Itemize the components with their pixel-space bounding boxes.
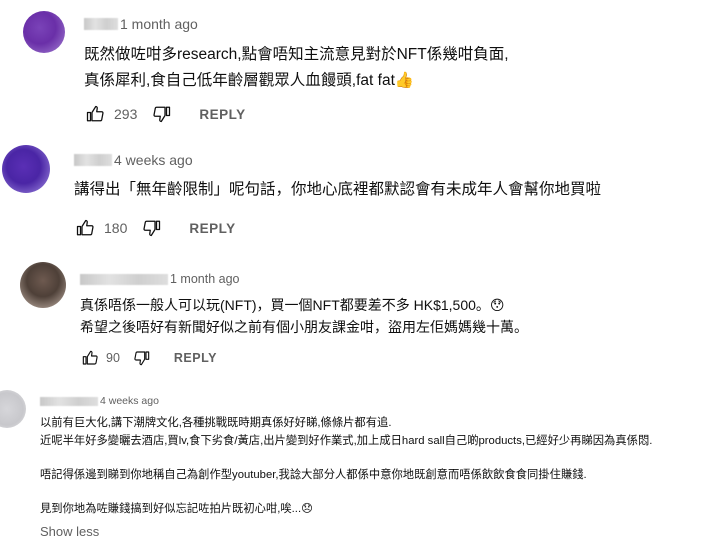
thumbs-up-icon[interactable] [74, 218, 96, 238]
reply-button[interactable]: REPLY [189, 221, 235, 236]
reply-button[interactable]: REPLY [174, 351, 217, 365]
comment-header: 4 weeks ago [74, 152, 193, 168]
comment-timestamp[interactable]: 4 weeks ago [100, 395, 159, 407]
comment-line: 講得出「無年齡限制」呢句話，你地心底裡都默認會有未成年人會幫你地買啦 [74, 181, 602, 198]
author-name[interactable] [74, 154, 112, 166]
avatar[interactable] [0, 390, 26, 428]
comment-actions: 90 REPLY [80, 349, 217, 367]
comment-actions: 180 REPLY [74, 218, 236, 238]
comment-line: 希望之後唔好有新聞好似之前有個小朋友課金咁，盜用左佢媽媽幾十萬。 [80, 319, 528, 335]
avatar[interactable] [2, 145, 50, 193]
thumbs-down-icon[interactable] [141, 218, 163, 238]
author-name[interactable] [40, 396, 98, 406]
like-count: 293 [114, 106, 138, 122]
avatar[interactable] [20, 262, 66, 308]
thumbs-up-icon[interactable] [84, 104, 106, 124]
author-name[interactable] [84, 18, 118, 30]
comment-line: 真係唔係一般人可以玩(NFT)，買一個NFT都要差不多 HK$1,500。😯 [80, 297, 505, 313]
comment-text: 講得出「無年齡限制」呢句話，你地心底裡都默認會有未成年人會幫你地買啦 [74, 178, 601, 202]
comment-actions: 293 REPLY [84, 104, 246, 124]
comment-line: 近呢半年好多變曬去酒店,買lv,食下劣食/黃店,出片變到好作業式,加上成日har… [40, 435, 653, 447]
comment-text: 既然做咗咁多research,點會唔知主流意見對於NFT係幾咁負面, 真係犀利,… [84, 42, 509, 94]
author-name[interactable] [80, 273, 168, 285]
thumbs-down-icon[interactable] [132, 349, 152, 367]
comment-line: 既然做咗咁多research,點會唔知主流意見對於NFT係幾咁負面, [84, 46, 509, 63]
thumbs-down-icon[interactable] [151, 104, 173, 124]
comment-text: 真係唔係一般人可以玩(NFT)，買一個NFT都要差不多 HK$1,500。😯 希… [80, 294, 528, 338]
like-count: 90 [106, 351, 120, 365]
avatar[interactable] [23, 11, 65, 53]
comment-header: 4 weeks ago [40, 395, 159, 407]
comment-text: 以前有巨大化,講下潮牌文化,各種挑戰既時期真係好好睇,條條片都有追. 近呢半年好… [40, 414, 652, 518]
comment-line: 唔記得係邊到睇到你地稱自己為創作型youtuber,我諗大部分人都係中意你地既創… [40, 469, 587, 481]
comment-line: 以前有巨大化,講下潮牌文化,各種挑戰既時期真係好好睇,條條片都有追. [40, 417, 392, 429]
comment-line: 真係犀利,食自己低年齡層觀眾人血饅頭,fat fat👍 [84, 72, 415, 89]
comment-header: 1 month ago [80, 272, 240, 286]
show-less-button[interactable]: Show less [40, 524, 99, 539]
comment-timestamp[interactable]: 4 weeks ago [114, 152, 193, 168]
comment-timestamp[interactable]: 1 month ago [170, 272, 240, 286]
like-count: 180 [104, 220, 128, 236]
comment-timestamp[interactable]: 1 month ago [120, 16, 198, 32]
reply-button[interactable]: REPLY [199, 107, 245, 122]
comment-header: 1 month ago [84, 16, 198, 32]
comment-line: 見到你地為咗賺錢搞到好似忘記咗拍片既初心咁,唉...😞 [40, 503, 313, 515]
thumbs-up-icon[interactable] [80, 349, 100, 367]
